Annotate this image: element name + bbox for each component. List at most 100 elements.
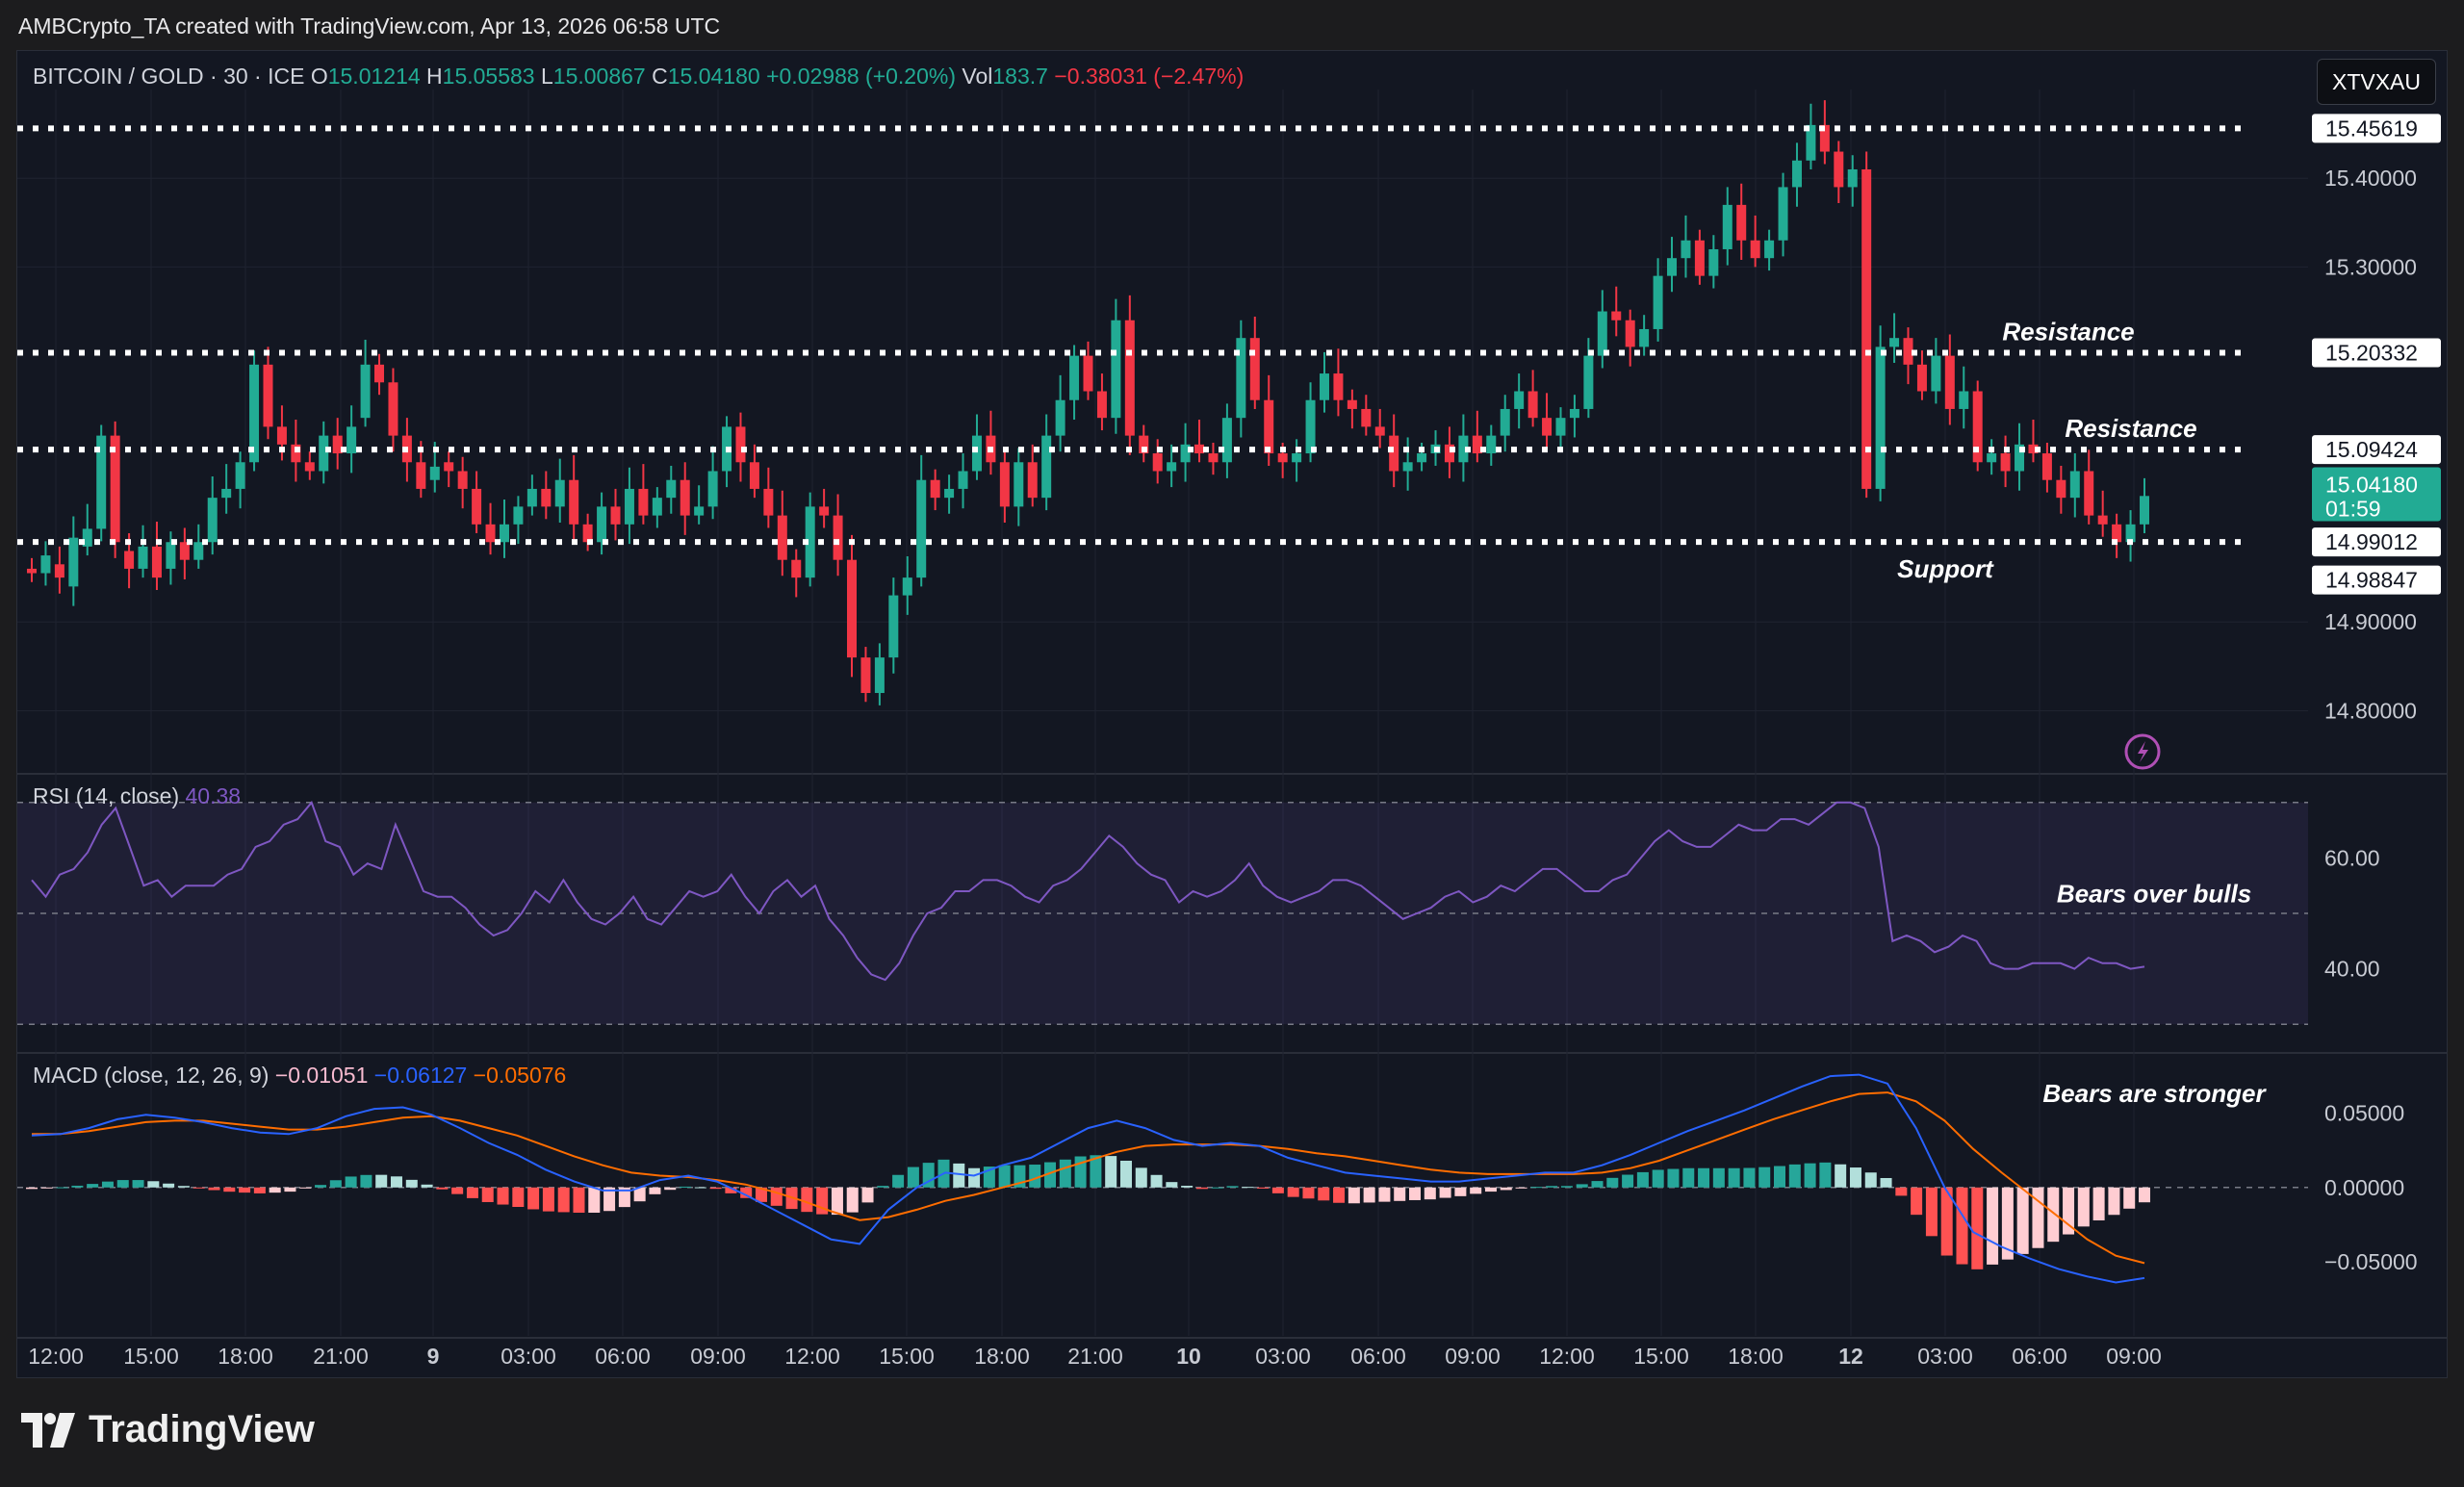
- macd-histogram-bar: [1895, 1187, 1908, 1196]
- macd-histogram-bar: [1257, 1187, 1270, 1189]
- candle-body: [485, 524, 496, 543]
- candle-body: [1597, 311, 1607, 356]
- low-price-label: 14.98847: [2325, 568, 2418, 593]
- legend-part: 15.05583: [443, 64, 541, 89]
- candle-body: [694, 506, 705, 516]
- candle-body: [1944, 355, 1955, 409]
- x-tick-label: 12:00: [1539, 1344, 1595, 1369]
- candle: [1249, 317, 1260, 409]
- macd-histogram-bar: [1849, 1167, 1861, 1188]
- candle-body: [874, 657, 885, 694]
- price-y-tick-label: 14.90000: [2324, 609, 2417, 634]
- macd-histogram-bar: [1530, 1187, 1543, 1189]
- level-price-label: 15.09424: [2325, 437, 2418, 462]
- legend-part: L: [541, 64, 553, 89]
- candle-body: [1681, 240, 1691, 259]
- legend-part: Vol: [962, 64, 992, 89]
- macd-histogram-bar: [1788, 1164, 1801, 1188]
- macd-annotation: Bears are stronger: [2042, 1079, 2267, 1108]
- x-tick-label: 10: [1176, 1344, 1201, 1369]
- candle-body: [526, 488, 537, 507]
- candle: [999, 451, 1010, 523]
- candle: [541, 471, 552, 520]
- candle: [485, 502, 496, 555]
- macd-histogram-bar: [846, 1187, 859, 1213]
- candle: [1208, 442, 1219, 475]
- candle: [638, 464, 649, 525]
- candle-body: [1277, 453, 1288, 463]
- candle-body: [68, 537, 79, 587]
- candle-body: [777, 515, 787, 560]
- candle: [1527, 370, 1538, 427]
- candle-body: [388, 382, 398, 436]
- candle: [680, 462, 690, 535]
- candle: [1152, 439, 1163, 484]
- candle-body: [1167, 462, 1177, 472]
- candle-body: [763, 488, 774, 516]
- macd-histogram-bar: [907, 1167, 919, 1188]
- macd-histogram-bar: [1698, 1167, 1710, 1188]
- bar-countdown-label: 01:59: [2325, 496, 2381, 521]
- tradingview-brand[interactable]: TradingView: [21, 1408, 315, 1451]
- candle: [1027, 444, 1038, 507]
- candle-body: [235, 462, 245, 489]
- x-tick-label: 03:00: [1917, 1344, 1973, 1369]
- symbol-badge[interactable]: XTVXAU: [2317, 59, 2436, 105]
- chart-container[interactable]: 12:00 15:00 18:00 21:00 9 03:00 06:00 09:00 12:0…: [16, 50, 2448, 1378]
- candle: [624, 467, 634, 545]
- macd-histogram-bar: [2139, 1187, 2150, 1203]
- candle-body: [554, 479, 565, 507]
- x-tick-label: 03:00: [500, 1344, 556, 1369]
- macd-histogram-bar: [1987, 1187, 1999, 1265]
- candle-body: [610, 506, 621, 525]
- legend-part: 15.01214: [328, 64, 426, 89]
- macd-histogram-bar: [1576, 1184, 1588, 1188]
- candle-body: [1361, 408, 1372, 427]
- brand-name: TradingView: [89, 1408, 315, 1450]
- macd-histogram-bar: [1363, 1187, 1375, 1203]
- candle-body: [1319, 373, 1329, 400]
- tradingview-logo-icon: [21, 1412, 75, 1448]
- x-tick-label: 15:00: [879, 1344, 935, 1369]
- macd-histogram-bar: [299, 1187, 312, 1189]
- macd-histogram-bar: [1105, 1156, 1117, 1188]
- level-price-label: 14.99012: [2325, 529, 2418, 554]
- candle: [1055, 374, 1065, 452]
- macd-histogram-bar: [421, 1184, 433, 1188]
- candle: [819, 488, 830, 528]
- candle: [360, 340, 371, 427]
- macd-histogram-bar: [269, 1187, 281, 1193]
- candle: [221, 464, 232, 514]
- candle-body: [1834, 151, 1844, 188]
- candle-body: [2000, 453, 2011, 472]
- macd-histogram-bar: [831, 1187, 843, 1216]
- candle-body: [749, 462, 759, 489]
- candle: [179, 527, 190, 579]
- x-tick-label: 15:00: [1633, 1344, 1689, 1369]
- candle: [27, 557, 37, 582]
- candle-body: [1486, 435, 1497, 454]
- candle: [1861, 151, 1872, 499]
- candle: [1916, 350, 1927, 400]
- last-price-label: 15.04180: [2325, 472, 2418, 497]
- macd-histogram-bar: [239, 1187, 251, 1193]
- candle: [944, 474, 955, 514]
- candle: [1611, 286, 1622, 337]
- macd-histogram-bar: [1166, 1182, 1178, 1188]
- candle: [235, 451, 245, 509]
- candle-body: [1194, 444, 1205, 454]
- macd-y-tick-label: 0.00000: [2324, 1175, 2404, 1200]
- macd-histogram-bar: [1135, 1167, 1147, 1188]
- x-tick-label: 06:00: [2012, 1344, 2067, 1369]
- candle-body: [1653, 275, 1663, 329]
- candle: [777, 490, 787, 577]
- candle: [1069, 345, 1080, 421]
- candle: [1987, 439, 1997, 475]
- candle: [1014, 448, 1024, 526]
- rsi-y-tick-label: 40.00: [2324, 957, 2380, 982]
- candle-body: [1889, 338, 1900, 347]
- candle: [916, 454, 927, 587]
- macd-histogram-bar: [1560, 1186, 1573, 1188]
- candle-body: [1069, 355, 1080, 400]
- chart-canvas[interactable]: 12:00 15:00 18:00 21:00 9 03:00 06:00 09:00 12:0…: [17, 51, 2447, 1377]
